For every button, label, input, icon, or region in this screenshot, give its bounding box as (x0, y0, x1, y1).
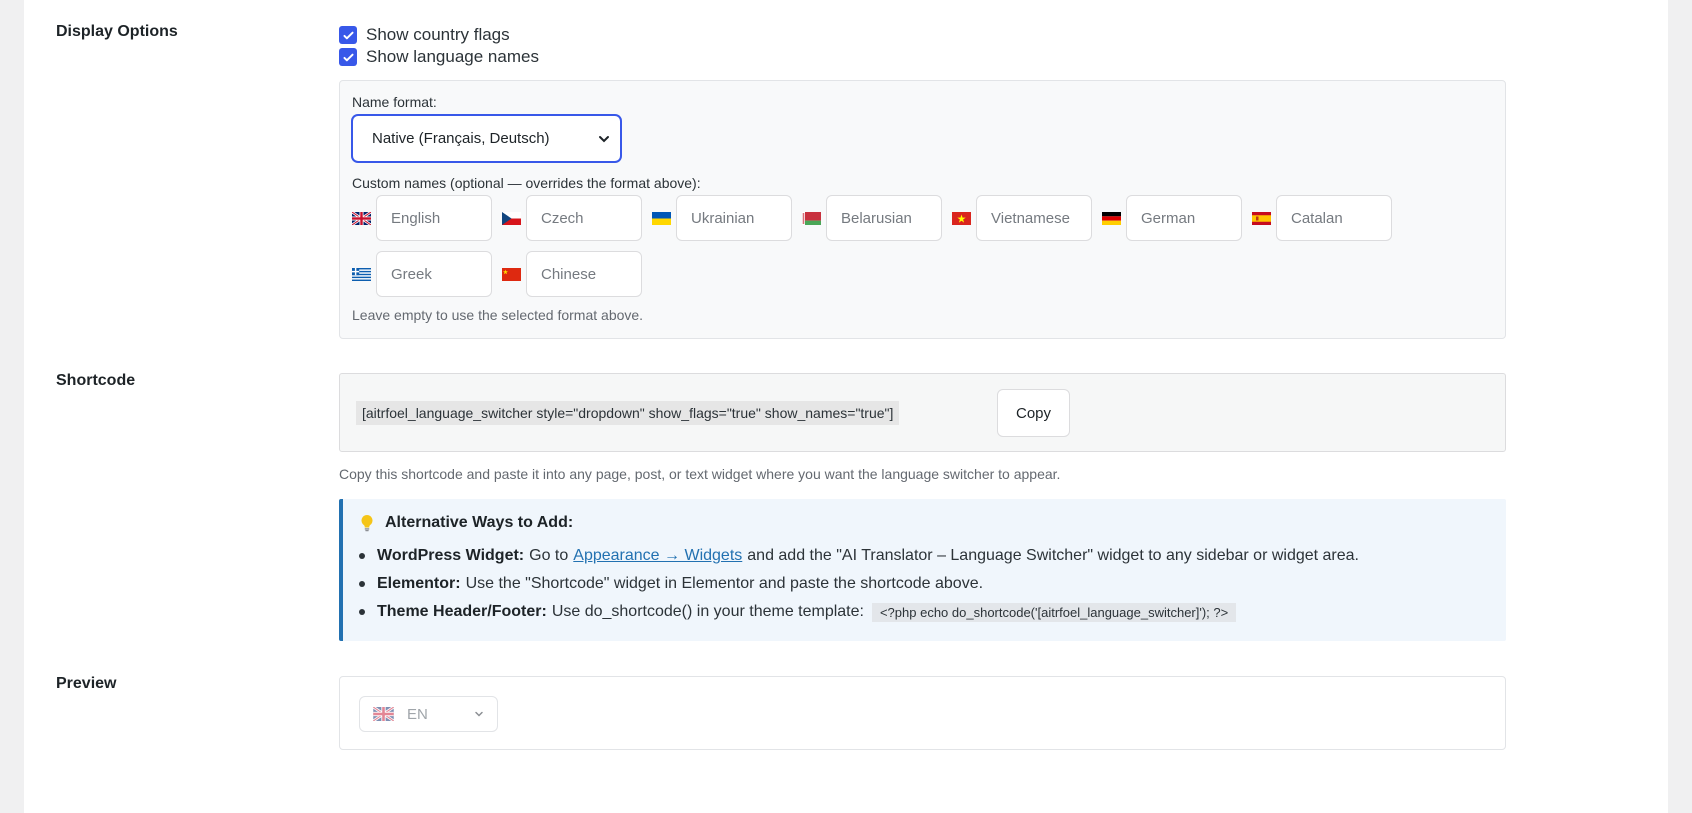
name-format-label: Name format: (352, 94, 437, 110)
appearance-widgets-link[interactable]: Appearance → Widgets (573, 547, 742, 565)
custom-names-hint: Leave empty to use the selected format a… (352, 307, 644, 323)
preview-box: EN (339, 676, 1506, 750)
greek-name-input[interactable]: Greek (376, 251, 492, 297)
list-item: Theme Header/Footer: Use do_shortcode() … (359, 598, 1359, 626)
checkmark-icon (342, 31, 354, 39)
display-options-label: Display Options (56, 23, 178, 40)
czech-name-input[interactable]: Czech (526, 195, 642, 241)
czech-flag-icon (502, 211, 521, 225)
lightbulb-icon (361, 514, 373, 532)
custom-name-ukrainian: Ukrainian (652, 195, 792, 241)
name-format-select[interactable]: Native (Français, Deutsch) (352, 115, 621, 162)
chinese-name-input[interactable]: Chinese (526, 251, 642, 297)
alternative-ways-list: WordPress Widget: Go to Appearance → Wid… (359, 542, 1359, 626)
belarusian-name-input[interactable]: Belarusian (826, 195, 942, 241)
catalan-name-input[interactable]: Catalan (1276, 195, 1392, 241)
show-flags-label: Show country flags (366, 25, 510, 44)
catalonia-flag-icon (1252, 211, 1271, 225)
custom-names-label: Custom names (optional — overrides the f… (352, 175, 701, 191)
alternative-ways-box: Alternative Ways to Add: WordPress Widge… (339, 499, 1506, 641)
name-format-value: Native (Français, Deutsch) (372, 130, 550, 147)
shortcode-box: [aitrfoel_language_switcher style="dropd… (339, 373, 1506, 452)
ukrainian-name-input[interactable]: Ukrainian (676, 195, 792, 241)
display-checkboxes: Show country flags Show language names (339, 24, 1506, 68)
germany-flag-icon (1102, 211, 1121, 225)
alternative-ways-title: Alternative Ways to Add: (359, 514, 573, 532)
language-switcher-preview[interactable]: EN (359, 696, 498, 732)
custom-name-czech: Czech (502, 195, 642, 241)
greece-flag-icon (352, 267, 371, 281)
preview-language-code: EN (407, 705, 428, 723)
show-names-label: Show language names (366, 47, 539, 66)
show-flags-option[interactable]: Show country flags (339, 24, 1506, 46)
copy-button[interactable]: Copy (997, 389, 1070, 437)
custom-name-greek: Greek (352, 251, 492, 297)
bullet (359, 581, 365, 587)
chevron-down-icon (475, 711, 483, 717)
shortcode-label: Shortcode (56, 372, 136, 389)
shortcode-help-text: Copy this shortcode and paste it into an… (339, 466, 1061, 482)
ukraine-flag-icon (652, 211, 671, 225)
custom-name-english: English (352, 195, 492, 241)
custom-name-belarusian: Belarusian (802, 195, 942, 241)
german-name-input[interactable]: German (1126, 195, 1242, 241)
checkmark-icon (342, 53, 354, 61)
english-name-input[interactable]: English (376, 195, 492, 241)
shortcode-text[interactable]: [aitrfoel_language_switcher style="dropd… (356, 401, 900, 425)
chevron-down-icon (599, 135, 609, 142)
uk-flag-icon (352, 211, 371, 225)
custom-names-list: English Czech Ukrainian Belarusian Vietn… (352, 195, 1452, 297)
custom-name-chinese: Chinese (502, 251, 642, 297)
bullet (359, 553, 365, 559)
preview-label: Preview (56, 675, 117, 692)
settings-panel: Display Options Show country flags Show … (24, 0, 1668, 813)
list-item: WordPress Widget: Go to Appearance → Wid… (359, 542, 1359, 570)
name-options-box: Name format: Native (Français, Deutsch) … (339, 80, 1506, 339)
bullet (359, 609, 365, 615)
belarus-flag-icon (802, 211, 821, 225)
php-snippet: <?php echo do_shortcode('[aitrfoel_langu… (871, 602, 1237, 622)
custom-name-catalan: Catalan (1252, 195, 1392, 241)
list-item: Elementor: Use the "Shortcode" widget in… (359, 570, 1359, 598)
china-flag-icon (502, 267, 521, 281)
show-flags-checkbox[interactable] (339, 26, 357, 44)
custom-name-vietnamese: Vietnamese (952, 195, 1092, 241)
custom-name-german: German (1102, 195, 1242, 241)
uk-flag-icon (372, 707, 395, 721)
show-names-option[interactable]: Show language names (339, 46, 1506, 68)
vietnamese-name-input[interactable]: Vietnamese (976, 195, 1092, 241)
vietnam-flag-icon (952, 211, 971, 225)
show-names-checkbox[interactable] (339, 48, 357, 66)
